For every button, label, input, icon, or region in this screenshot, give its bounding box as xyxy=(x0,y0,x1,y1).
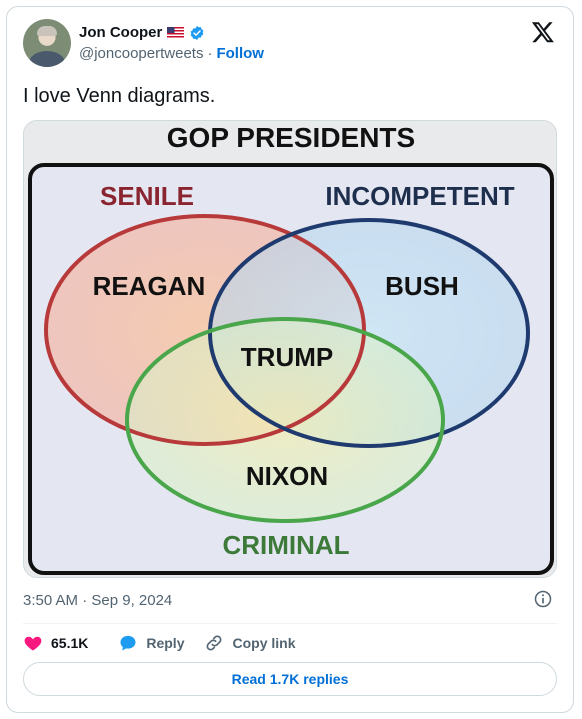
tweet-image[interactable]: GOP PRESIDENTS SENILE INCOMPETENT CRIMIN… xyxy=(23,120,557,578)
region-label-trump: TRUMP xyxy=(241,342,333,372)
reply-label: Reply xyxy=(146,635,185,651)
venn-diagram: GOP PRESIDENTS SENILE INCOMPETENT CRIMIN… xyxy=(24,121,556,577)
reply-button[interactable]: Reply xyxy=(118,633,184,653)
us-flag-icon xyxy=(167,27,185,38)
set-label-criminal: CRIMINAL xyxy=(222,530,349,560)
set-label-senile: SENILE xyxy=(100,181,194,211)
venn-title: GOP PRESIDENTS xyxy=(167,122,415,153)
link-icon xyxy=(207,635,222,651)
tweet-timestamp[interactable]: 3:50 AM · Sep 9, 2024 xyxy=(23,592,172,609)
divider xyxy=(23,623,557,624)
verified-badge-icon xyxy=(191,25,204,40)
x-logo-icon[interactable] xyxy=(531,20,555,44)
heart-icon xyxy=(24,636,42,651)
region-label-bush: BUSH xyxy=(385,271,459,301)
author-handle[interactable]: @joncoopertweets xyxy=(79,45,203,62)
tweet-card: Jon Cooper @joncoopertweets · Follow I l… xyxy=(6,6,574,713)
separator: · xyxy=(207,45,213,62)
author-name[interactable]: Jon Cooper xyxy=(79,24,162,41)
region-label-reagan: REAGAN xyxy=(93,271,206,301)
set-label-incompetent: INCOMPETENT xyxy=(325,181,514,211)
action-bar: 65.1K Reply Copy link xyxy=(23,631,296,655)
read-replies-button[interactable]: Read 1.7K replies xyxy=(23,662,557,696)
avatar[interactable] xyxy=(23,19,71,67)
copy-link-label: Copy link xyxy=(232,635,296,651)
tweet-text: I love Venn diagrams. xyxy=(23,85,216,107)
copy-link-button[interactable]: Copy link xyxy=(204,633,296,653)
region-label-nixon: NIXON xyxy=(246,461,328,491)
info-icon[interactable] xyxy=(533,589,553,609)
like-button[interactable]: 65.1K xyxy=(23,633,88,653)
author-handle-row: @joncoopertweets · Follow xyxy=(79,45,264,62)
like-count: 65.1K xyxy=(51,635,89,651)
follow-button[interactable]: Follow xyxy=(216,45,264,62)
author-name-row: Jon Cooper xyxy=(79,24,205,41)
reply-bubble-icon xyxy=(120,635,136,651)
